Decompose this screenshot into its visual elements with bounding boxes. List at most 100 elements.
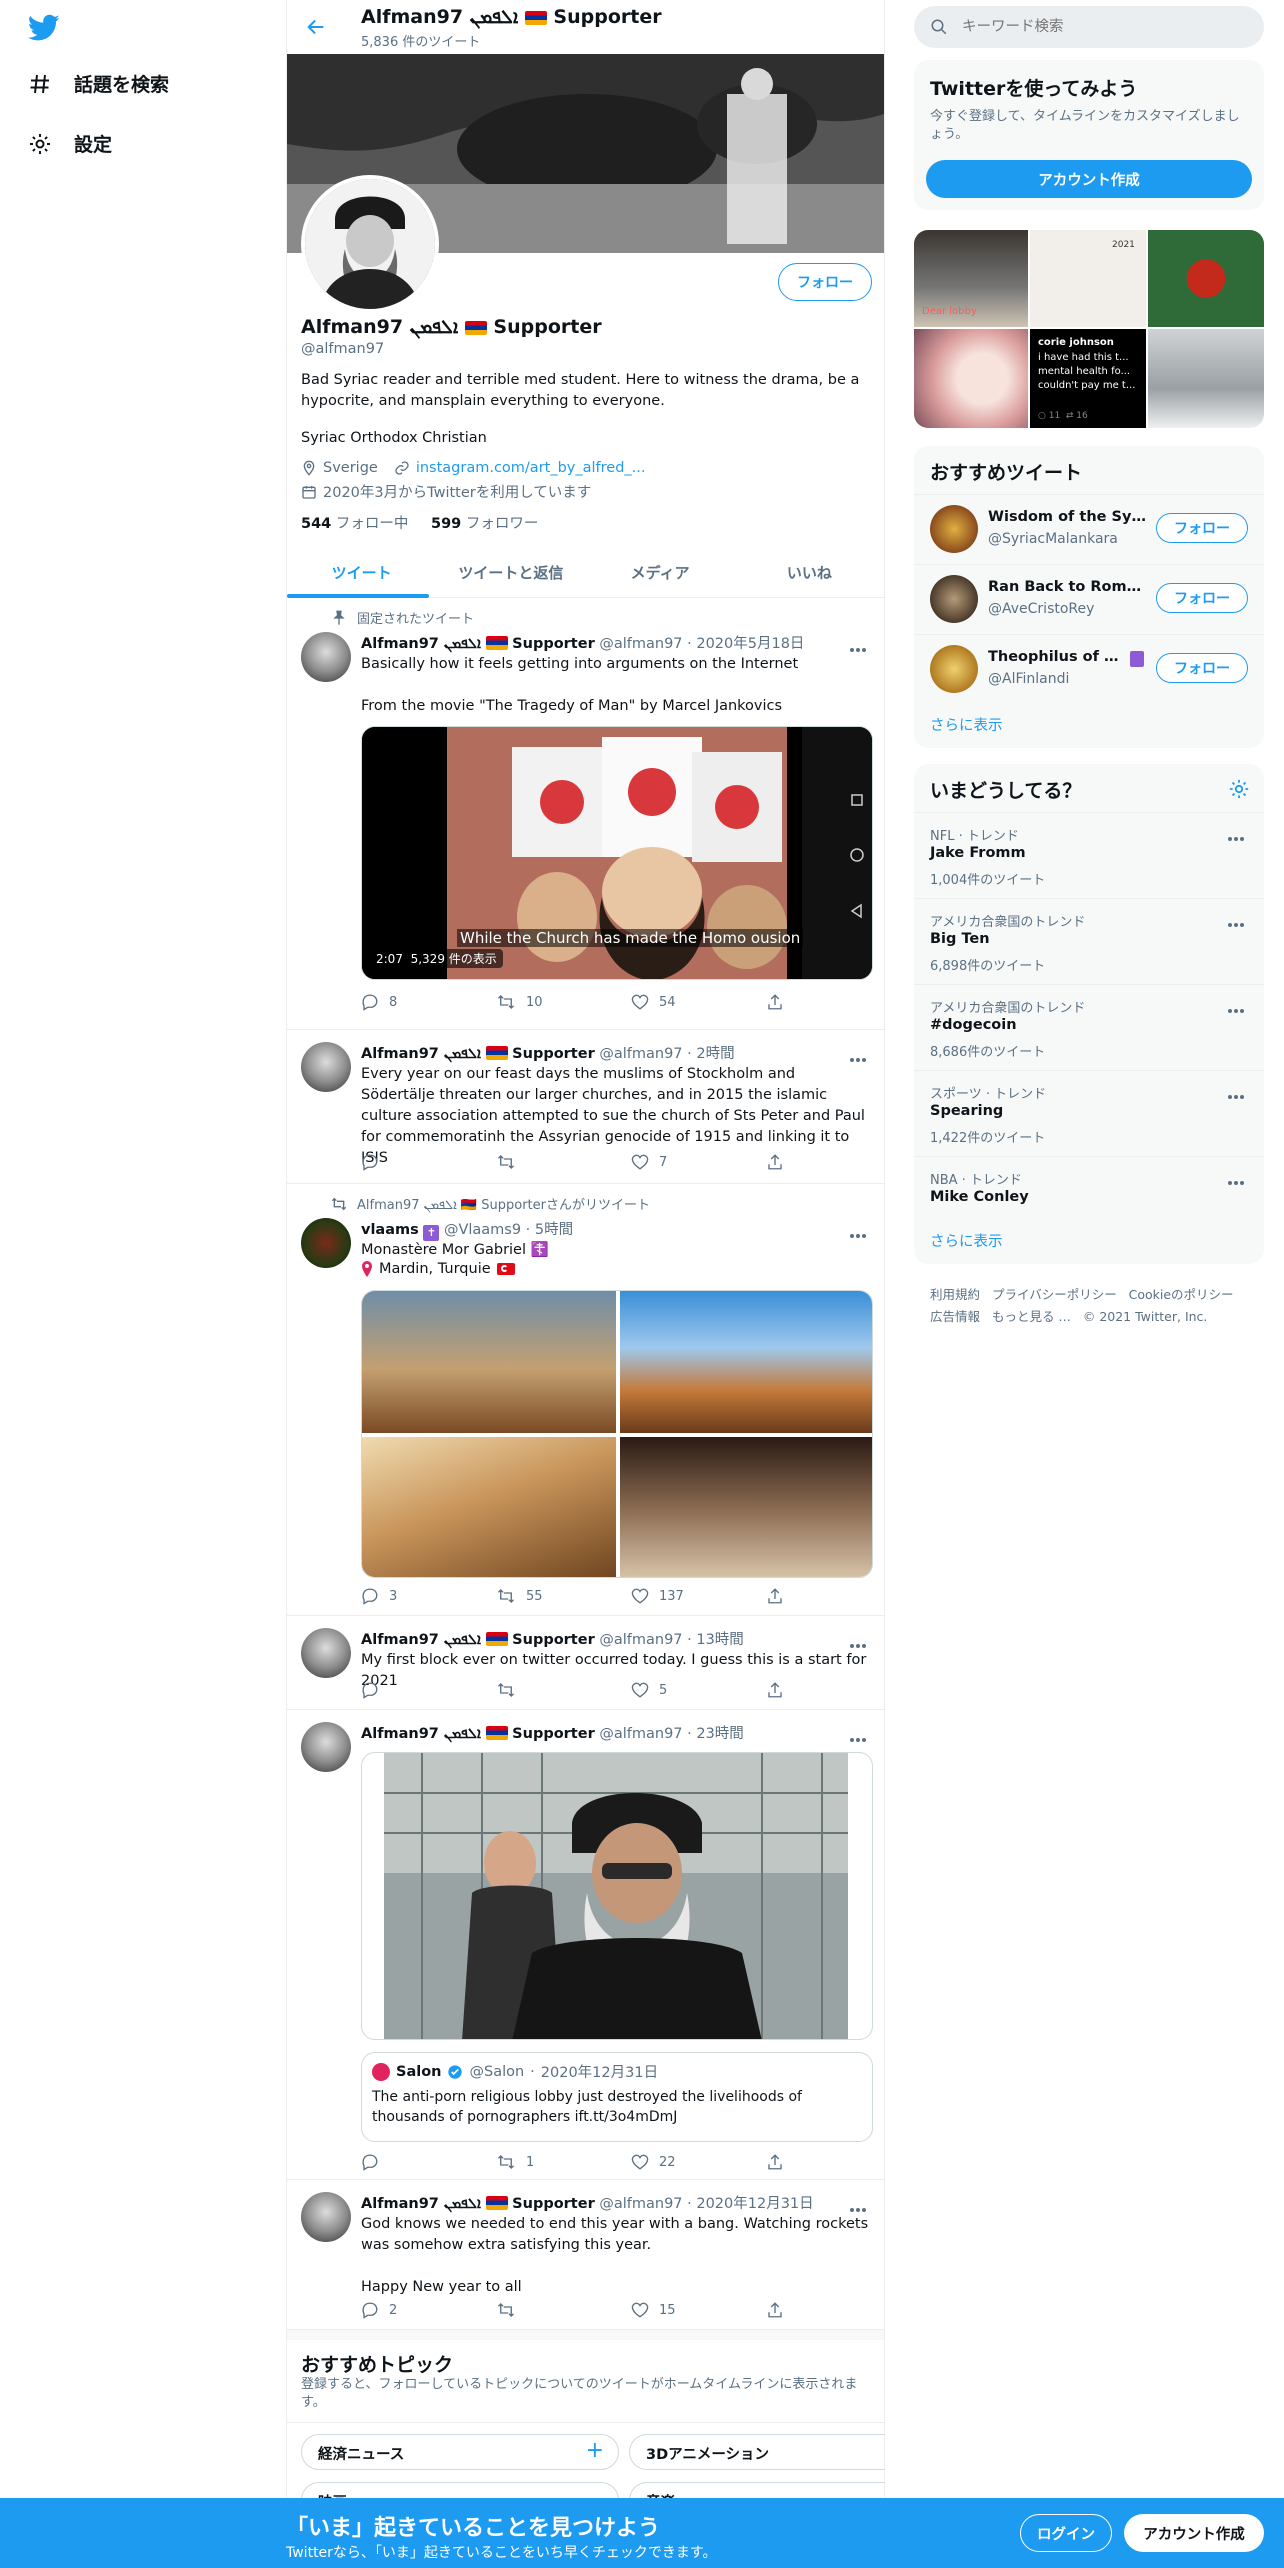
tweet-author-name[interactable]: Alfman97 ܐܠܦܡܢ [361,1726,481,1742]
footer-link-privacy[interactable]: プライバシーポリシー [992,1287,1117,1302]
share-button[interactable] [766,1586,796,1606]
retweet-button[interactable] [496,1152,631,1172]
share-button[interactable] [766,2152,796,2172]
like-button[interactable]: 7 [631,1152,766,1172]
followers-link[interactable]: 599 フォロワー [431,516,538,532]
share-button[interactable] [766,1152,796,1172]
reply-button[interactable] [361,1152,496,1172]
trend-item[interactable]: アメリカ合衆国のトレンド #dogecoin 8,686件のツイート [914,984,1264,1070]
tweet-avatar[interactable] [301,1628,351,1678]
more-options-icon[interactable] [850,1634,870,1648]
tweet-time[interactable]: 2020年5月18日 [696,636,804,652]
tweet-avatar[interactable] [301,1722,351,1772]
more-options-icon[interactable] [850,1048,870,1062]
tweet-video[interactable]: While the Church has made the Homo ousio… [361,726,873,980]
like-button[interactable]: 15 [631,2300,766,2320]
recommended-follow-button[interactable]: フォロー [1156,583,1248,613]
nav-settings[interactable]: 設定 [28,130,112,157]
footer-link-cookies[interactable]: Cookieのポリシー [1129,1287,1234,1302]
tweet[interactable]: Alfman97 ܐܠܦܡܢ Supporter @alfman97 · 2時間… [287,1030,884,1184]
tweet-pinned[interactable]: 固定されたツイート Alfman97 ܐܠܦܡܢ Supporter @alfm… [287,598,884,1030]
recommended-user[interactable]: Ran Back to Rome M... @AveCristoRey フォロー [914,564,1264,634]
media-thumb[interactable]: Dear lobby [914,230,1028,327]
reply-button[interactable]: 8 [361,992,496,1012]
recommended-follow-button[interactable]: フォロー [1156,653,1248,683]
share-button[interactable] [766,2300,796,2320]
tweet-avatar[interactable] [301,632,351,682]
trend-item[interactable]: スポーツ · トレンド Spearing 1,422件のツイート [914,1070,1264,1156]
tweet-author-name[interactable]: Alfman97 ܐܠܦܡܢ [361,636,481,652]
login-button[interactable]: ログイン [1020,2514,1112,2552]
trend-item[interactable]: NBA · トレンド Mike Conley [914,1156,1264,1218]
recommended-show-more[interactable]: さらに表示 [930,714,1003,735]
tab-tweets-replies[interactable]: ツイートと返信 [436,548,585,597]
create-account-button[interactable]: アカウント作成 [926,160,1252,198]
footer-link-more[interactable]: もっと見る … [992,1309,1071,1324]
media-thumb[interactable] [1148,230,1264,327]
topic-chip[interactable]: 3Dアニメーション [629,2434,885,2470]
more-options-icon[interactable] [850,1224,870,1238]
recommended-user[interactable]: Wisdom of the Syriac... @SyriacMalankara… [914,494,1264,564]
like-button[interactable]: 5 [631,1680,766,1700]
footer-link-terms[interactable]: 利用規約 [930,1287,980,1302]
tweet-author-name[interactable]: Alfman97 ܐܠܦܡܢ [361,1632,481,1648]
like-button[interactable]: 137 [631,1586,766,1606]
following-link[interactable]: 544 フォロー中 [301,516,408,532]
tweet-with-quote[interactable]: Alfman97 ܐܠܦܡܢ Supporter @alfman97 · 23時… [287,1710,884,2180]
tweet-time[interactable]: 23時間 [696,1726,743,1742]
retweet-button[interactable]: 10 [496,992,631,1012]
retweet-label[interactable]: Alfman97 ܐܠܦܡܢ 🇦🇲 Supporterさんがリツイート [357,1194,650,1213]
tweet-author-name[interactable]: vlaams [361,1222,419,1238]
media-thumb[interactable]: 2021 [1030,230,1146,327]
more-options-icon[interactable] [850,2198,870,2212]
share-button[interactable] [766,1680,796,1700]
more-options-icon[interactable] [1228,1085,1248,1099]
more-options-icon[interactable] [1228,913,1248,927]
reply-button[interactable]: 2 [361,2300,496,2320]
more-options-icon[interactable] [1228,999,1248,1013]
tweet-avatar[interactable] [301,1042,351,1092]
back-arrow-icon[interactable] [305,16,327,38]
tab-tweets[interactable]: ツイート [287,548,436,598]
reply-button[interactable] [361,1680,496,1700]
tweet-time[interactable]: 5時間 [535,1222,573,1238]
more-options-icon[interactable] [1228,827,1248,841]
profile-avatar[interactable] [301,175,439,313]
retweet-button[interactable]: 55 [496,1586,631,1606]
retweet-button[interactable] [496,2300,631,2320]
tab-likes[interactable]: いいね [735,548,884,597]
tweet-time[interactable]: 2時間 [696,1046,734,1062]
topic-chip[interactable]: 経済ニュース + [301,2434,619,2470]
photo-3[interactable] [362,1437,616,1577]
reply-button[interactable]: 3 [361,1586,496,1606]
photo-1[interactable] [362,1291,616,1433]
profile-link[interactable]: instagram.com/art_by_alfred_... [416,460,646,476]
tweet-avatar[interactable] [301,2192,351,2242]
media-thumb[interactable] [1148,329,1264,428]
recommended-follow-button[interactable]: フォロー [1156,513,1248,543]
search-box[interactable] [914,6,1264,48]
retweet-button[interactable]: 1 [496,2152,631,2172]
media-thumb[interactable]: corie johnson i have had this t... menta… [1030,329,1146,428]
search-input[interactable] [962,16,1242,38]
signup-button[interactable]: アカウント作成 [1124,2514,1264,2552]
tweet-time[interactable]: 2020年12月31日 [696,2196,813,2212]
tweet-time[interactable]: 13時間 [696,1632,743,1648]
tweet-author-name[interactable]: Alfman97 ܐܠܦܡܢ [361,2196,481,2212]
tweet[interactable]: Alfman97 ܐܠܦܡܢ Supporter @alfman97 · 202… [287,2180,884,2330]
photo-4[interactable] [620,1437,872,1577]
tweet-author-name[interactable]: Alfman97 ܐܠܦܡܢ [361,1046,481,1062]
trends-show-more[interactable]: さらに表示 [930,1230,1003,1251]
twitter-logo-icon[interactable] [28,14,60,42]
retweet-button[interactable] [496,1680,631,1700]
quoted-tweet[interactable]: Salon @Salon · 2020年12月31日 The anti-porn … [361,2052,873,2142]
recommended-user[interactable]: Theophilus of Finland @AlFinlandi フォロー [914,634,1264,704]
tweet-avatar[interactable] [301,1218,351,1268]
settings-gear-icon[interactable] [1228,778,1250,800]
like-button[interactable]: 22 [631,2152,766,2172]
like-button[interactable]: 54 [631,992,766,1012]
tweet[interactable]: Alfman97 ܐܠܦܡܢ Supporter @alfman97 · 13時… [287,1616,884,1710]
media-thumb[interactable] [914,329,1028,428]
trend-item[interactable]: NFL · トレンド Jake Fromm 1,004件のツイート [914,812,1264,898]
tweet-retweeted[interactable]: Alfman97 ܐܠܦܡܢ 🇦🇲 Supporterさんがリツイート vlaa… [287,1184,884,1616]
